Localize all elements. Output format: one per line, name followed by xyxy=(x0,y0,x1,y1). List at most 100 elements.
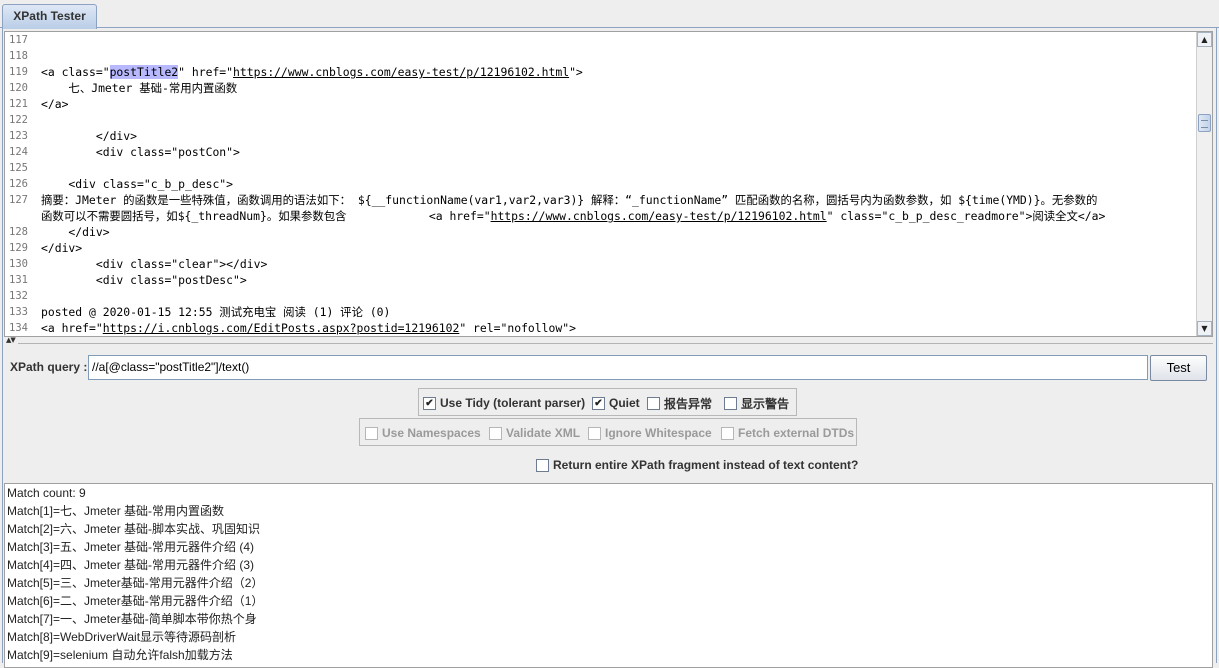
code-text: <a class=" xyxy=(41,65,110,79)
line-number: 132 xyxy=(9,290,28,302)
xpath-query-input[interactable]: //a[@class="postTitle2"]/text() xyxy=(88,355,1148,380)
code-line-text: <a class="postTitle2" href="https://www.… xyxy=(41,64,583,80)
line-number: 119 xyxy=(9,66,28,78)
tab-strip: XPath Tester xyxy=(0,0,1219,29)
code-line: 123 </div> xyxy=(5,128,1196,144)
code-line-text: </div> xyxy=(41,240,82,256)
code-line: 117 xyxy=(5,32,1196,48)
collapse-arrows-icon[interactable]: ▲▼ xyxy=(6,336,16,344)
code-text: </a> xyxy=(41,97,69,111)
use-tidy-label: Use Tidy (tolerant parser) xyxy=(440,396,586,410)
code-line-text-wrapped: 函数可以不需要圆括号，如${_threadNum}。如果参数包含 <a href… xyxy=(41,208,1105,224)
return-fragment-checkbox[interactable] xyxy=(536,458,549,472)
code-line-text: posted @ 2020-01-15 12:55 测试充电宝 阅读 (1) 评… xyxy=(41,304,390,320)
report-errors-option[interactable]: 报告异常 xyxy=(647,395,712,411)
code-text: "> xyxy=(569,65,583,79)
match-result-line: Match[7]=一、Jmeter基础-简单脚本带你热个身 xyxy=(7,612,257,626)
response-code-editor[interactable]: 117 118 119 <a class="postTitle2" href="htt… xyxy=(4,31,1213,337)
line-number: 123 xyxy=(9,130,28,142)
ignore-whitespace-option: Ignore Whitespace xyxy=(588,425,712,441)
quiet-option[interactable]: ✔ Quiet xyxy=(592,395,640,411)
code-line-text: <div class="postCon"> xyxy=(41,144,240,160)
match-result-line: Match[4]=四、Jmeter 基础-常用元器件介绍 (3) xyxy=(7,558,255,572)
code-line-text: <div class="postDesc"> xyxy=(41,272,247,288)
code-line: 132 xyxy=(5,288,1196,304)
line-number: 129 xyxy=(9,242,28,254)
xml-options-group: Use Namespaces Validate XML Ignore White… xyxy=(359,418,857,446)
line-number: 128 xyxy=(9,226,28,238)
line-number: 124 xyxy=(9,146,28,158)
code-text: </div> xyxy=(41,225,110,239)
use-namespaces-option: Use Namespaces xyxy=(365,425,481,441)
line-number: 130 xyxy=(9,258,28,270)
quiet-label: Quiet xyxy=(609,396,640,410)
code-text: 七、Jmeter 基础-常用内置函数 xyxy=(41,81,238,95)
code-line-text: </a> xyxy=(41,96,68,112)
code-line: 122 xyxy=(5,112,1196,128)
code-line: 121 </a> xyxy=(5,96,1196,112)
use-tidy-option[interactable]: ✔ Use Tidy (tolerant parser) xyxy=(423,395,585,411)
line-number: 126 xyxy=(9,178,28,190)
line-number: 125 xyxy=(9,162,28,174)
validate-xml-label: Validate XML xyxy=(506,426,581,440)
match-result-line: Match[1]=七、Jmeter 基础-常用内置函数 xyxy=(7,504,225,518)
code-link-text: https://i.cnblogs.com/EditPosts.aspx?pos… xyxy=(102,321,460,335)
match-result-line: Match[5]=三、Jmeter基础-常用元器件介绍（2） xyxy=(7,576,264,590)
show-warnings-checkbox[interactable] xyxy=(724,396,737,410)
scrollbar-thumb[interactable] xyxy=(1198,114,1211,132)
line-number: 118 xyxy=(9,50,28,62)
code-text: <a href=" xyxy=(41,321,103,335)
split-pane-divider[interactable]: ▲▼ xyxy=(4,336,1213,346)
use-tidy-checkbox[interactable]: ✔ xyxy=(423,396,436,410)
code-text: <div class="postDesc"> xyxy=(41,273,247,287)
parser-options-group: ✔ Use Tidy (tolerant parser) ✔ Quiet 报告异… xyxy=(418,388,797,416)
report-errors-label: 报告异常 xyxy=(664,396,713,411)
fetch-dtds-checkbox xyxy=(721,426,734,440)
code-line: 130 <div class="clear"></div> xyxy=(5,256,1196,272)
code-text: " href=" xyxy=(178,65,234,79)
code-line: 134 <a href="https://i.cnblogs.com/EditPo… xyxy=(5,320,1196,336)
report-errors-checkbox[interactable] xyxy=(647,396,660,410)
line-number: 122 xyxy=(9,114,28,126)
code-line: 124 <div class="postCon"> xyxy=(5,144,1196,160)
code-text: posted @ 2020-01-15 12:55 测试充电宝 阅读 (1) 评… xyxy=(41,305,391,319)
code-line: 133 posted @ 2020-01-15 12:55 测试充电宝 阅读 (1… xyxy=(5,304,1196,320)
return-fragment-option[interactable]: Return entire XPath fragment instead of … xyxy=(536,457,858,473)
code-line: 125 xyxy=(5,160,1196,176)
divider-line xyxy=(18,343,1213,344)
code-link-text: https://www.cnblogs.com/easy-test/p/1219… xyxy=(490,209,827,223)
editor-vertical-scrollbar[interactable]: ▲ ▼ xyxy=(1196,32,1212,336)
code-line: 128 </div> xyxy=(5,224,1196,240)
scroll-up-arrow-icon[interactable]: ▲ xyxy=(1197,32,1212,47)
line-number: 121 xyxy=(9,98,28,110)
show-warnings-option[interactable]: 显示警告 xyxy=(724,395,789,411)
code-text: <div class="clear"></div> xyxy=(41,257,268,271)
validate-xml-option: Validate XML xyxy=(489,425,580,441)
code-text: <div class="postCon"> xyxy=(41,145,240,159)
code-text: 摘要：JMeter 的函数是一些特殊值，函数调用的语法如下： ${__funct… xyxy=(41,193,1098,207)
code-line: 119 <a class="postTitle2" href="https://w… xyxy=(5,64,1196,80)
match-result-line: Match[2]=六、Jmeter 基础-脚本实战、巩固知识 xyxy=(7,522,261,536)
code-line: 118 xyxy=(5,48,1196,64)
match-result-line: Match[8]=WebDriverWait显示等待源码剖析 xyxy=(7,630,237,644)
tab-xpath-tester[interactable]: XPath Tester xyxy=(2,4,97,29)
quiet-checkbox[interactable]: ✔ xyxy=(592,396,605,410)
code-line: 127 摘要：JMeter 的函数是一些特殊值，函数调用的语法如下： ${__fu… xyxy=(5,192,1196,224)
code-line: 126 <div class="c_b_p_desc"> xyxy=(5,176,1196,192)
code-line: 129 </div> xyxy=(5,240,1196,256)
ignore-whitespace-label: Ignore Whitespace xyxy=(605,426,712,440)
validate-xml-checkbox xyxy=(489,426,502,440)
xpath-query-label: XPath query : xyxy=(10,360,88,374)
fetch-dtds-option: Fetch external DTDs xyxy=(721,425,854,441)
code-line-text: <div class="c_b_p_desc"> xyxy=(41,176,233,192)
scroll-down-arrow-icon[interactable]: ▼ xyxy=(1197,321,1212,336)
test-button[interactable]: Test xyxy=(1150,355,1207,381)
code-link-text: https://www.cnblogs.com/easy-test/p/1219… xyxy=(233,65,570,79)
match-result-line: Match[9]=selenium 自动允许falsh加载方法 xyxy=(7,648,233,662)
code-line-text: </div> xyxy=(41,224,110,240)
code-line-text: <div class="clear"></div> xyxy=(41,256,267,272)
line-number: 120 xyxy=(9,82,28,94)
line-number: 133 xyxy=(9,306,28,318)
use-namespaces-label: Use Namespaces xyxy=(382,426,481,440)
xpath-results-panel[interactable]: Match count: 9 Match[1]=七、Jmeter 基础-常用内置函… xyxy=(4,483,1213,668)
